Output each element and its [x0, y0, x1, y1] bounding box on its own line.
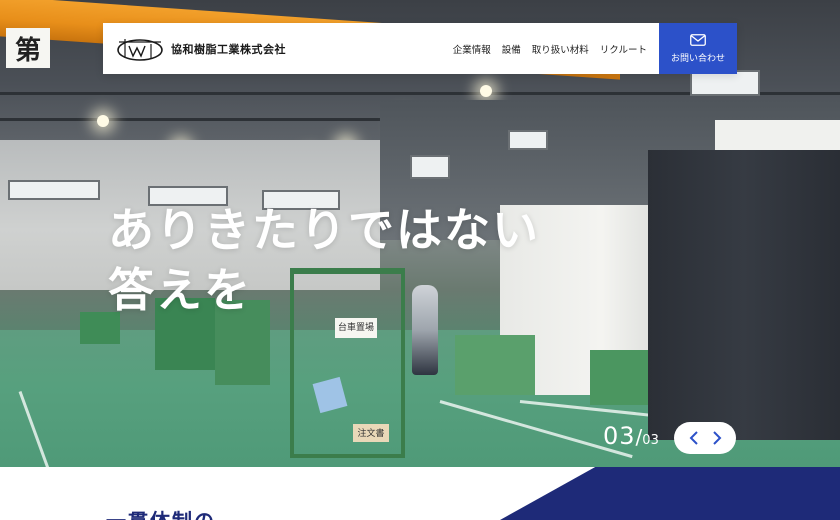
order-sign: 注文書: [353, 424, 389, 442]
decorative-navy-shape: [500, 467, 840, 520]
nav-item-equipment[interactable]: 設備: [502, 42, 521, 56]
nav-item-materials[interactable]: 取り扱い材料: [532, 42, 589, 56]
shelf: [590, 350, 648, 405]
chevron-right-icon: [712, 431, 721, 445]
ceiling-lamp: [97, 115, 109, 127]
intro-section: 一貫体制の: [0, 467, 840, 520]
contact-label: お問い合わせ: [670, 53, 725, 64]
section-title: 一貫体制の: [106, 505, 216, 520]
factory-window: [508, 130, 548, 150]
slider-controls: [674, 422, 736, 454]
headline-line-2: 答えを: [108, 263, 252, 317]
site-header: 協和樹脂工業株式会社 企業情報 設備 取り扱い材料 リクルート お問い合わせ: [103, 23, 737, 74]
hero-headline: ありきたりではない 答えを: [108, 200, 540, 320]
nav-item-recruit[interactable]: リクルート: [600, 42, 647, 56]
slide-total: 03: [642, 433, 659, 448]
next-slide-button[interactable]: [707, 428, 727, 448]
factory-window: [410, 155, 450, 179]
factory-window: [8, 180, 100, 200]
storage-sign: 台車置場: [335, 318, 377, 338]
shelf: [455, 335, 535, 395]
ceiling-lamp: [480, 85, 492, 97]
mail-icon: [690, 33, 706, 46]
company-name: 協和樹脂工業株式会社: [171, 42, 286, 56]
crane-sign: 第: [6, 28, 50, 68]
site-logo[interactable]: 協和樹脂工業株式会社: [115, 36, 286, 62]
contact-button[interactable]: お問い合わせ: [659, 23, 737, 74]
nav-item-company[interactable]: 企業情報: [453, 42, 491, 56]
machine-dark: [648, 150, 840, 440]
slide-counter: 03/03: [603, 422, 659, 450]
main-nav: 企業情報 設備 取り扱い材料 リクルート お問い合わせ: [442, 23, 737, 74]
prev-slide-button[interactable]: [684, 428, 704, 448]
slide-current: 03: [603, 422, 636, 450]
chevron-left-icon: [689, 431, 698, 445]
headline-line-1: ありきたりではない: [108, 203, 540, 257]
company-logo-mark: [117, 38, 163, 61]
